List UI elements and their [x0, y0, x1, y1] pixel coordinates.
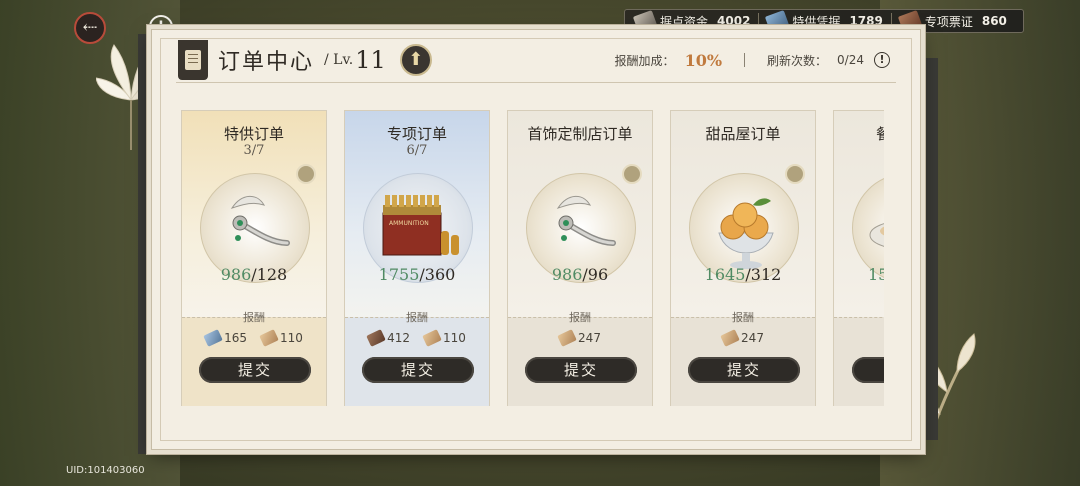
card-title: 甜品屋订单 [705, 125, 781, 143]
reward-list: 247 [671, 329, 815, 347]
reward-item: 110 [422, 329, 466, 347]
reward-item: 247 [557, 329, 601, 347]
order-card-jewelry[interactable]: 首饰定制店订单 986/96 报酬 247 提交 [507, 110, 653, 406]
reward-item: 412 [366, 329, 410, 347]
page-title: 订单中心 [218, 50, 315, 75]
card-count: 6/7 [406, 143, 428, 158]
reward-value: 165 [224, 331, 247, 345]
card-badge-icon [296, 164, 316, 184]
reward-label: 报酬 [406, 311, 428, 324]
user-id: UID:101403060 [66, 465, 145, 476]
order-center-panel: 订单中心 / Lv. 11 ⬆ 报酬加成： 10% 刷新次数： 0/24 ! 特… [151, 29, 921, 450]
progress-have: 986 [551, 265, 583, 284]
submit-button[interactable]: 提交 [525, 357, 637, 383]
reward-list: 165 110 [182, 329, 326, 347]
level-up-arrow-icon[interactable]: ⬆ [399, 44, 432, 76]
submit-button[interactable]: 提交 [688, 357, 800, 383]
level-value: 11 [355, 46, 386, 74]
voucher-icon [203, 329, 223, 347]
currency-ticket[interactable]: 专项票证 860 [897, 10, 1007, 32]
order-card-restaurant[interactable]: 餐 15 [833, 110, 884, 406]
reward-value: 110 [443, 331, 466, 345]
info-icon[interactable]: ! [874, 52, 890, 68]
ticket-icon [720, 329, 740, 347]
currency-value: 1789 [849, 14, 883, 28]
panel-edge [920, 58, 938, 440]
reward-label: 报酬 [732, 311, 754, 324]
currency-value: 860 [981, 14, 1007, 28]
ammunition-box-icon: AMMUNITION [382, 195, 459, 256]
progress-have: 1755 [378, 265, 420, 284]
card-progress: 1645/312 [671, 265, 815, 284]
ice-cream-icon [718, 198, 774, 269]
header-stats: 报酬加成： 10% 刷新次数： 0/24 ! [615, 51, 890, 70]
divider [758, 13, 760, 29]
reward-value: 247 [741, 331, 764, 345]
card-count: 3/7 [243, 143, 265, 158]
order-card-project[interactable]: 专项订单 6/7 AMMUNITION 1755/360 报酬 412 110 … [344, 110, 490, 406]
divider [890, 13, 892, 29]
level-prefix: / Lv. [324, 52, 354, 68]
refresh-value: 0/24 [837, 53, 864, 67]
progress-have: 1645 [704, 265, 746, 284]
progress-need: /128 [251, 265, 288, 284]
order-card-dessert[interactable]: 甜品屋订单 1645/312 报酬 247 提交 [670, 110, 816, 406]
card-progress: 15 [834, 265, 884, 284]
bonus-value: 10% [684, 50, 723, 70]
scepter-icon [230, 195, 290, 246]
panel-edge [138, 34, 152, 454]
reward-value: 247 [578, 331, 601, 345]
reward-label: 报酬 [243, 311, 265, 324]
submit-button[interactable] [852, 357, 884, 383]
scepter-icon [556, 195, 616, 246]
submit-button[interactable]: 提交 [362, 357, 474, 383]
reward-item: 110 [259, 329, 303, 347]
ticket-icon [557, 329, 577, 347]
divider [744, 53, 746, 67]
submit-button[interactable]: 提交 [199, 357, 311, 383]
reward-value: 412 [387, 331, 410, 345]
card-title: 首饰定制店订单 [527, 125, 633, 143]
progress-need: /96 [582, 265, 609, 284]
card-badge-icon [785, 164, 805, 184]
ticket-icon [422, 329, 442, 347]
order-card-special[interactable]: 特供订单 3/7 986/128 报酬 165 110 提交 [181, 110, 327, 406]
header-divider [176, 82, 896, 83]
currency-funds[interactable]: 据点资金 4002 [632, 10, 751, 32]
refresh-label: 刷新次数： [767, 53, 828, 68]
ticket-icon [259, 329, 279, 347]
ammo-box-label: AMMUNITION [389, 220, 429, 227]
progress-have: 986 [220, 265, 252, 284]
card-title: 特供订单 [223, 125, 284, 143]
reward-label: 报酬 [569, 311, 591, 324]
card-progress: 986/96 [508, 265, 652, 284]
reward-list: 247 [508, 329, 652, 347]
reward-value: 110 [280, 331, 303, 345]
currency-label: 特供凭据 [792, 14, 841, 29]
card-badge-icon [622, 164, 642, 184]
reward-item: 165 [203, 329, 247, 347]
currency-label: 专项票证 [924, 14, 973, 29]
dish-icon [869, 223, 884, 247]
card-title: 餐 [876, 125, 884, 143]
reward-item: 247 [720, 329, 764, 347]
reward-list: 412 110 [345, 329, 489, 347]
progress-have: 15 [868, 265, 884, 284]
progress-need: /312 [745, 265, 782, 284]
currency-value: 4002 [717, 14, 751, 28]
card-progress: 1755/360 [345, 265, 489, 284]
order-scroll-icon [178, 40, 208, 80]
bonus-label: 报酬加成： [614, 53, 675, 68]
panel-header: 订单中心 / Lv. 11 ⬆ 报酬加成： 10% 刷新次数： 0/24 ! [178, 40, 890, 80]
cash-icon [366, 329, 386, 347]
card-title: 专项订单 [386, 125, 447, 143]
order-card-list[interactable]: 特供订单 3/7 986/128 报酬 165 110 提交 专项订单 6/7 … [181, 110, 884, 406]
progress-need: /360 [419, 265, 456, 284]
card-progress: 986/128 [182, 265, 326, 284]
currency-label: 据点资金 [660, 14, 709, 29]
currency-voucher[interactable]: 特供凭据 1789 [765, 10, 883, 32]
